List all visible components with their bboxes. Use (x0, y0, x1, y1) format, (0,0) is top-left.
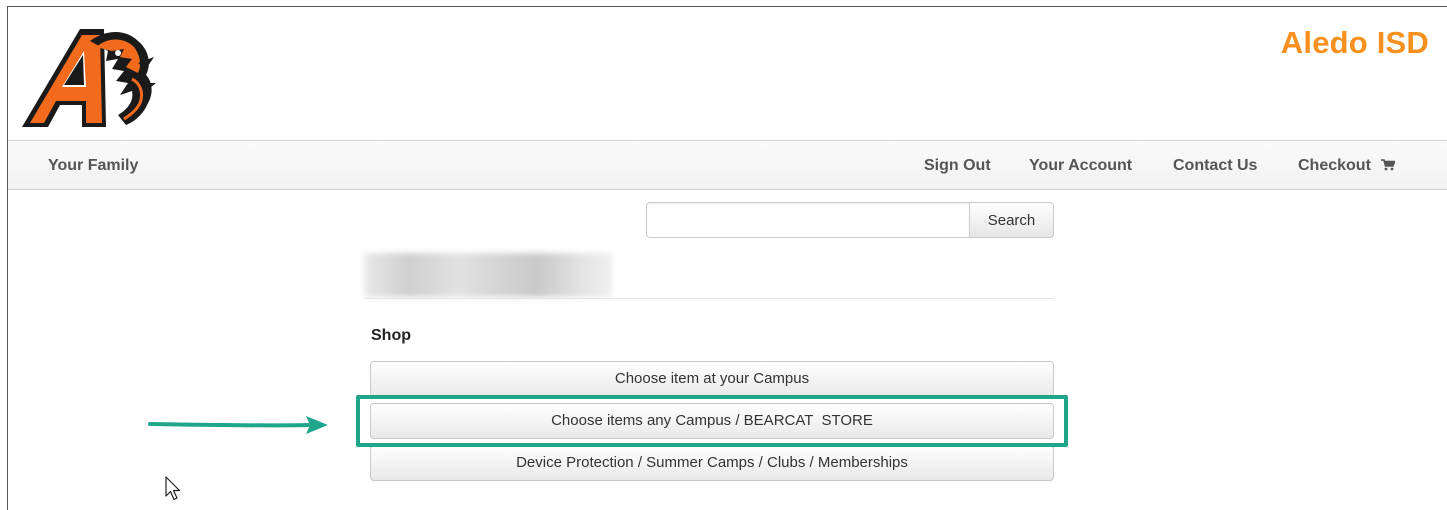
section-divider (364, 298, 1054, 299)
main-navbar: Your Family Sign Out Your Account Contac… (8, 140, 1447, 190)
nav-your-family[interactable]: Your Family (48, 157, 138, 175)
device-protection-button[interactable]: Device Protection / Summer Camps / Clubs… (370, 445, 1054, 481)
nav-checkout-label: Checkout (1298, 157, 1371, 174)
arrow-right-icon (148, 416, 328, 434)
search-button[interactable]: Search (969, 202, 1054, 238)
brand-title: Aledo ISD (1280, 25, 1429, 60)
mouse-pointer-icon (165, 476, 181, 501)
shop-heading: Shop (371, 327, 411, 344)
choose-items-any-campus-button[interactable]: Choose items any Campus / BEARCAT STORE (370, 403, 1054, 439)
nav-checkout[interactable]: Checkout (1298, 157, 1396, 175)
search-input[interactable] (646, 202, 970, 238)
search-bar: Search (646, 202, 1054, 238)
nav-sign-out[interactable]: Sign Out (924, 157, 991, 175)
blurred-student-name (364, 253, 612, 297)
choose-item-campus-button[interactable]: Choose item at your Campus (370, 361, 1054, 397)
site-header: Aledo ISD (8, 7, 1447, 140)
nav-contact-us[interactable]: Contact Us (1173, 157, 1257, 175)
cart-icon (1381, 158, 1396, 171)
aledo-bearcat-logo-icon[interactable] (20, 23, 156, 131)
nav-your-account[interactable]: Your Account (1029, 157, 1132, 175)
